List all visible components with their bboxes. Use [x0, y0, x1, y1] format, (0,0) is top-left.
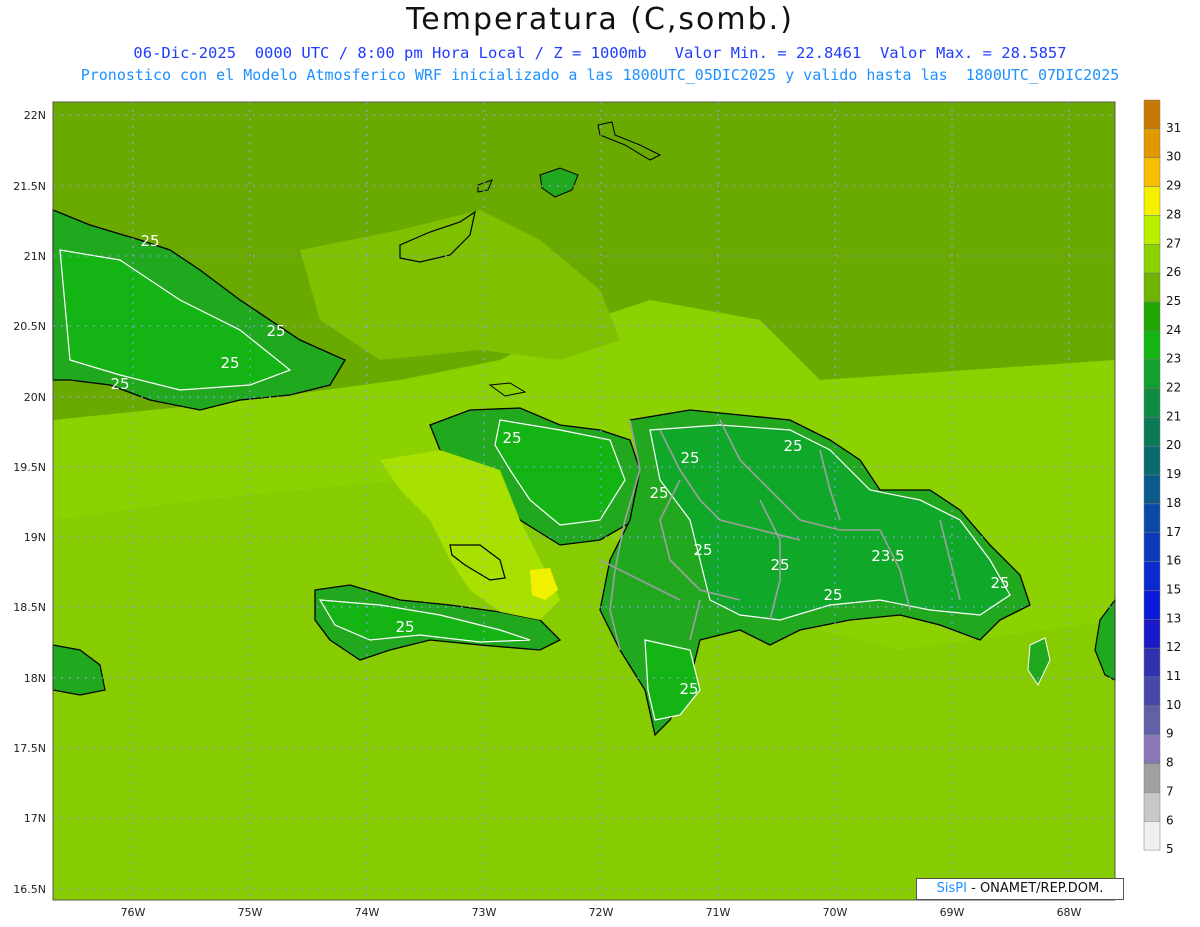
lat-label: 16.5N	[13, 883, 46, 896]
lat-label: 19.5N	[13, 461, 46, 474]
temperature-map: 22N 21.5N 21N 20.5N 20N 19.5N 19N 18.5N …	[13, 99, 1181, 919]
contour-label: 25	[823, 586, 842, 604]
colorbar-swatch	[1143, 561, 1161, 591]
colorbar-label: 15	[1166, 582, 1181, 596]
lat-label: 20N	[24, 391, 46, 404]
contour-label: 25	[770, 556, 789, 574]
colorbar-swatch	[1143, 330, 1161, 360]
colorbar-swatch	[1143, 821, 1161, 851]
colorbar-swatch	[1143, 128, 1161, 158]
lat-label: 18.5N	[13, 601, 46, 614]
contour-label: 25	[990, 574, 1009, 592]
colorbar-swatch	[1143, 215, 1161, 245]
colorbar-label: 17	[1166, 525, 1181, 539]
colorbar-label: 13	[1166, 611, 1181, 625]
colorbar-label: 11	[1166, 669, 1181, 683]
lon-label: 71W	[706, 906, 731, 919]
contour-label: 25	[395, 618, 414, 636]
colorbar-swatch	[1143, 359, 1161, 389]
lon-label: 75W	[238, 906, 263, 919]
contour-label: 25	[220, 354, 239, 372]
colorbar-label: 16	[1166, 554, 1181, 568]
lon-label: 74W	[355, 906, 380, 919]
lat-label: 17.5N	[13, 742, 46, 755]
lat-label: 21N	[24, 250, 46, 263]
colorbar-swatch	[1143, 705, 1161, 735]
colorbar-swatch	[1143, 244, 1161, 274]
colorbar-swatch	[1143, 157, 1161, 187]
credit-box: SisPI - ONAMET/REP.DOM.	[916, 878, 1124, 900]
colorbar-swatch	[1143, 734, 1161, 764]
colorbar-label: 22	[1166, 381, 1181, 395]
colorbar-label: 31	[1166, 121, 1181, 135]
colorbar: 31 30 29 28 27 26 25 24 23 22 21 20 19 18 17 16 15 13 12 11…	[1143, 99, 1181, 856]
colorbar-label: 30	[1166, 150, 1181, 164]
lat-label: 20.5N	[13, 320, 46, 333]
colorbar-swatch	[1143, 417, 1161, 447]
colorbar-label: 18	[1166, 496, 1181, 510]
colorbar-swatch	[1143, 763, 1161, 793]
colorbar-swatch	[1143, 301, 1161, 332]
contour-label: 25	[110, 375, 129, 393]
contour-label: 25	[266, 322, 285, 340]
colorbar-label: 27	[1166, 236, 1181, 250]
colorbar-label: 10	[1166, 698, 1181, 712]
colorbar-label: 20	[1166, 438, 1181, 452]
colorbar-swatch	[1143, 676, 1161, 707]
colorbar-label: 21	[1166, 409, 1181, 423]
contour-label: 25	[679, 680, 698, 698]
contour-label: 25	[140, 232, 159, 250]
colorbar-label: 25	[1166, 294, 1181, 308]
lon-label: 72W	[589, 906, 614, 919]
lon-label: 73W	[472, 906, 497, 919]
colorbar-swatch	[1143, 388, 1161, 418]
colorbar-swatch	[1143, 532, 1161, 562]
latitude-axis: 22N 21.5N 21N 20.5N 20N 19.5N 19N 18.5N …	[13, 109, 46, 896]
lon-label: 69W	[940, 906, 965, 919]
colorbar-label: 24	[1166, 323, 1181, 337]
contour-label: 25	[502, 429, 521, 447]
colorbar-label: 28	[1166, 207, 1181, 221]
lat-label: 21.5N	[13, 180, 46, 193]
lon-label: 76W	[121, 906, 146, 919]
colorbar-swatch	[1143, 445, 1161, 476]
colorbar-label: 23	[1166, 352, 1181, 366]
colorbar-swatch	[1143, 474, 1161, 505]
colorbar-label: 12	[1166, 640, 1181, 654]
longitude-axis: 76W 75W 74W 73W 72W 71W 70W 69W 68W	[121, 906, 1082, 919]
colorbar-label: 7	[1166, 784, 1174, 798]
colorbar-swatch	[1143, 792, 1161, 822]
colorbar-label: 5	[1166, 842, 1174, 856]
colorbar-swatch	[1143, 186, 1161, 216]
colorbar-swatch	[1143, 272, 1161, 303]
colorbar-swatch	[1143, 647, 1161, 678]
colorbar-label: 9	[1166, 727, 1174, 741]
contour-label: 25	[680, 449, 699, 467]
credit-brand: SisPI	[936, 881, 967, 896]
lat-label: 17N	[24, 812, 46, 825]
contour-label: 23.5	[871, 547, 904, 565]
colorbar-label: 29	[1166, 179, 1181, 193]
contour-label: 25	[783, 437, 802, 455]
colorbar-label: 26	[1166, 265, 1181, 279]
colorbar-label: 19	[1166, 467, 1181, 481]
colorbar-swatch	[1143, 99, 1161, 130]
contour-label: 25	[649, 484, 668, 502]
contour-label: 25	[693, 541, 712, 559]
colorbar-swatch	[1143, 503, 1161, 533]
lat-label: 22N	[24, 109, 46, 122]
colorbar-label: 8	[1166, 756, 1174, 770]
colorbar-label: 6	[1166, 813, 1174, 827]
lon-label: 68W	[1057, 906, 1082, 919]
lat-label: 19N	[24, 531, 46, 544]
lat-label: 18N	[24, 672, 46, 685]
colorbar-swatch	[1143, 590, 1161, 620]
credit-text: - ONAMET/REP.DOM.	[966, 881, 1104, 896]
lon-label: 70W	[823, 906, 848, 919]
colorbar-swatch	[1143, 619, 1161, 649]
